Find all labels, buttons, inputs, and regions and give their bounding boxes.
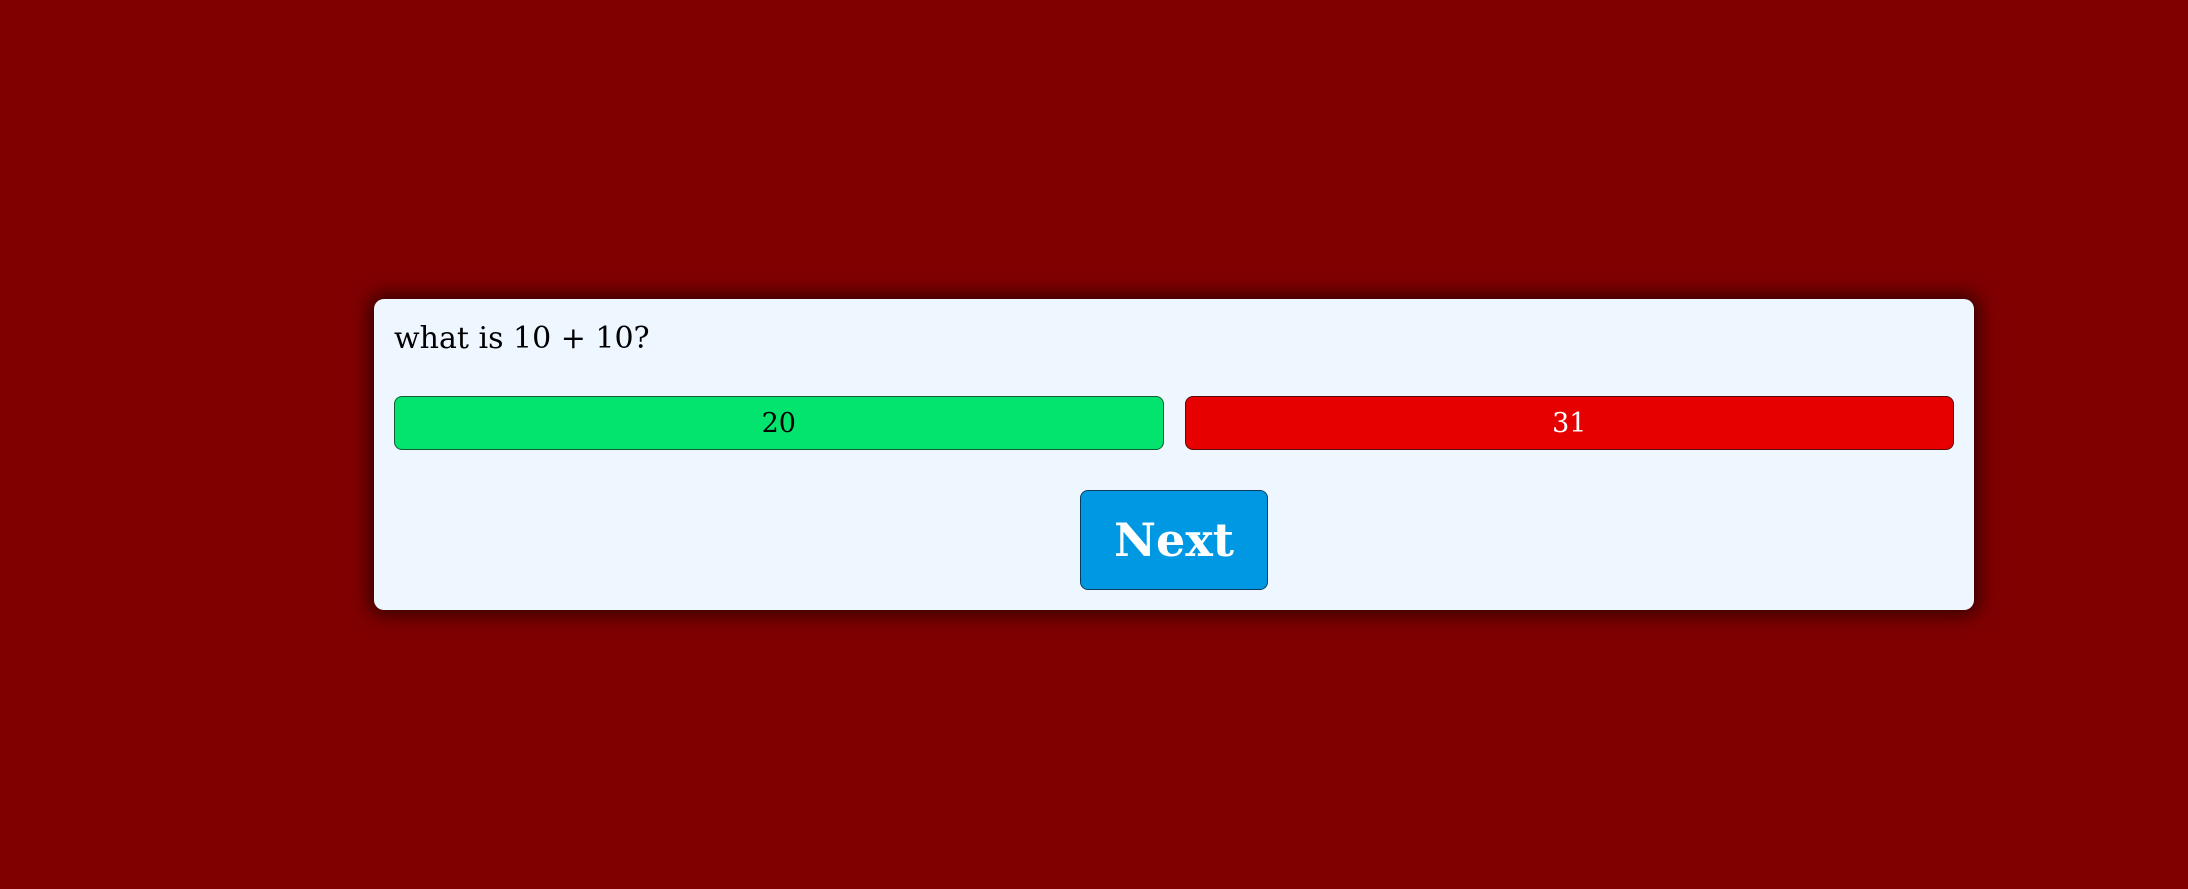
answer-button-31[interactable]: 31 [1184,396,1954,450]
answer-button-20[interactable]: 20 [394,396,1164,450]
question-text: what is 10 + 10? [394,321,650,356]
quiz-card: what is 10 + 10? 20 31 Next [374,299,1974,610]
answer-options: 20 31 [394,396,1954,450]
next-button[interactable]: Next [1080,490,1268,590]
